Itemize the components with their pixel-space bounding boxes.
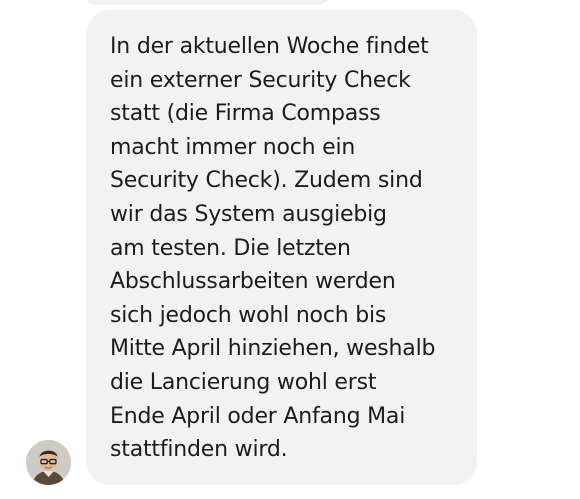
sender-avatar[interactable] [26,440,71,485]
user-avatar-icon [26,440,71,485]
incoming-message-row: In der aktuellen Woche findet ein extern… [0,0,580,499]
message-text: In der aktuellen Woche findet ein extern… [110,34,436,463]
